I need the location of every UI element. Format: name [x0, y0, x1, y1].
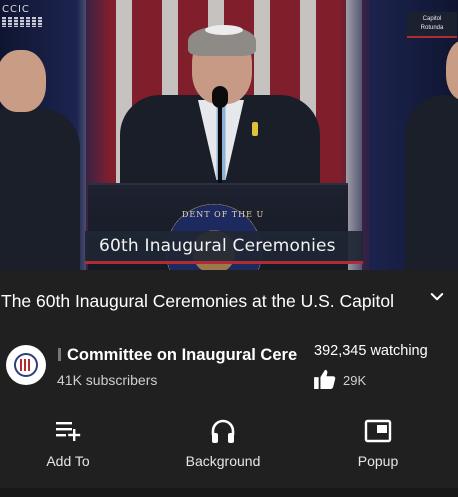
- video-player[interactable]: DENT OF THE U CCIC Capitol Rotunda 60th …: [0, 0, 458, 270]
- channel-avatar[interactable]: [6, 345, 46, 385]
- channel-seal-icon: [14, 353, 38, 377]
- background-play-button[interactable]: Background: [178, 417, 268, 469]
- bottom-divider: [0, 488, 458, 497]
- popup-button[interactable]: Popup: [350, 417, 406, 469]
- video-title-row[interactable]: The 60th Inaugural Ceremonies at the U.S…: [0, 270, 458, 332]
- background-label: Background: [185, 453, 261, 469]
- action-bar: Add To Background Popup: [0, 405, 458, 485]
- add-to-button[interactable]: Add To: [40, 417, 96, 469]
- like-count[interactable]: 29K: [343, 373, 366, 388]
- playlist-add-icon: [56, 422, 81, 441]
- video-title[interactable]: The 60th Inaugural Ceremonies at the U.S…: [1, 291, 394, 312]
- thumbs-up-icon[interactable]: [314, 369, 336, 389]
- channel-row: Committee on Inaugural Ceremonies 41K su…: [0, 332, 458, 402]
- logo-text: CCIC: [2, 4, 30, 15]
- live-viewer-count: 392,345 watching: [314, 343, 428, 359]
- popup-label: Popup: [357, 453, 399, 469]
- location-badge-line1: Capitol: [422, 16, 442, 22]
- subscriber-count: 41K subscribers: [57, 372, 158, 388]
- lower-third-text: 60th Inaugural Ceremonies: [99, 236, 336, 256]
- popup-window-icon: [364, 419, 392, 443]
- logo-columns-icon: [2, 17, 44, 27]
- channel-name[interactable]: Committee on Inaugural Ceremonies: [58, 346, 298, 365]
- lower-third-caption: 60th Inaugural Ceremonies: [85, 231, 363, 264]
- microphone: [212, 86, 228, 108]
- add-to-label: Add To: [46, 453, 90, 469]
- seal-text: DENT OF THE U: [182, 210, 265, 219]
- broadcast-logo: CCIC: [2, 4, 44, 38]
- chevron-down-icon[interactable]: [428, 288, 446, 306]
- headphones-icon: [211, 419, 235, 443]
- location-badge: Capitol Rotunda: [407, 12, 457, 38]
- location-badge-line2: Rotunda: [420, 25, 444, 31]
